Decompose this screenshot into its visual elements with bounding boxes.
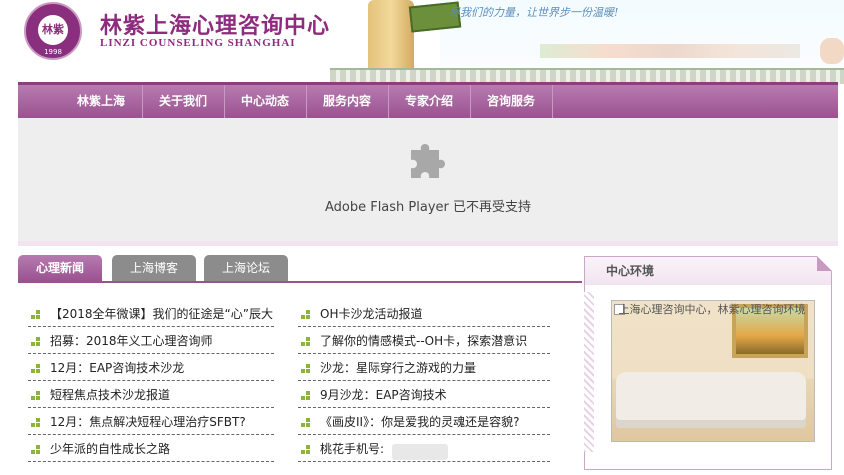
nav-item-consulting[interactable]: 咨询服务 bbox=[470, 85, 553, 118]
tab-shanghai-blog[interactable]: 上海博客 bbox=[112, 255, 196, 281]
news-link-text: 9月沙龙：EAP咨询技术 bbox=[320, 388, 447, 402]
tab-shanghai-forum[interactable]: 上海论坛 bbox=[204, 255, 288, 281]
bullet-icon bbox=[31, 364, 40, 373]
photo-alt-text: 上海心理咨询中心，林紫心理咨询环境 bbox=[618, 303, 806, 316]
nav-item-experts[interactable]: 专家介绍 bbox=[388, 85, 471, 118]
bullet-icon bbox=[31, 391, 40, 400]
news-link-text: 12月：EAP咨询技术沙龙 bbox=[50, 361, 185, 375]
news-link[interactable]: OH卡沙龙活动报道 bbox=[298, 301, 550, 327]
news-link[interactable]: 招募：2018年义工心理咨询师 bbox=[28, 328, 274, 354]
logo-seal[interactable]: 林紫 1998 bbox=[24, 2, 82, 60]
bullet-icon bbox=[301, 310, 310, 319]
news-link[interactable]: 沙龙：星际穿行之游戏的力量 bbox=[298, 355, 550, 381]
header-slogan: 尽我们的力量，让世界步一份温暖! bbox=[449, 6, 619, 19]
nav-item-center-news[interactable]: 中心动态 bbox=[224, 85, 307, 118]
bullet-icon bbox=[31, 337, 40, 346]
sofa-image bbox=[616, 372, 806, 428]
diamond-border-decoration bbox=[584, 292, 594, 452]
flash-unsupported-message: Adobe Flash Player 已不再受支持 bbox=[324, 200, 532, 215]
panel-title: 中心环境 bbox=[606, 264, 655, 278]
bullet-icon bbox=[301, 418, 310, 427]
main-nav: 林紫上海 关于我们 中心动态 服务内容 专家介绍 咨询服务 bbox=[18, 82, 838, 118]
news-link[interactable]: 短程焦点技术沙龙报道 bbox=[28, 382, 274, 408]
tabs-underline bbox=[18, 281, 582, 283]
news-link-text: 【2018全年微课】我们的征途是“心”辰大 bbox=[50, 307, 273, 321]
folded-corner-decoration bbox=[817, 256, 832, 271]
news-link-text: 12月：焦点解决短程心理治疗SFBT? bbox=[50, 415, 246, 429]
seal-year: 1998 bbox=[44, 48, 62, 56]
tab-psych-news[interactable]: 心理新闻 bbox=[18, 255, 102, 281]
news-link-text: 短程焦点技术沙龙报道 bbox=[50, 388, 171, 402]
news-link[interactable]: 12月：EAP咨询技术沙龙 bbox=[28, 355, 274, 381]
blurred-banner-strip bbox=[540, 44, 800, 58]
bullet-icon bbox=[301, 337, 310, 346]
puzzle-icon bbox=[411, 144, 445, 178]
seal-text: 林紫 bbox=[38, 15, 68, 45]
news-link-text: 桃花手机号: bbox=[320, 442, 385, 456]
news-link-text: 《画皮II》：你是爱我的灵魂还是容貌? bbox=[320, 415, 520, 429]
child-photo bbox=[820, 38, 844, 64]
nav-item-linzi-shanghai[interactable]: 林紫上海 bbox=[60, 85, 143, 118]
blurred-phone-number bbox=[392, 444, 448, 460]
news-link[interactable]: 了解你的情感模式--OH卡，探索潜意识 bbox=[298, 328, 550, 354]
flash-divider bbox=[18, 241, 838, 246]
news-link-text: 少年派的自性成长之路 bbox=[50, 442, 171, 456]
news-link-text: 了解你的情感模式--OH卡，探索潜意识 bbox=[320, 334, 528, 348]
bullet-icon bbox=[301, 364, 310, 373]
news-link[interactable]: 少年派的自性成长之路 bbox=[28, 436, 274, 462]
brand-name-en: LINZI COUNSELING SHANGHAI bbox=[100, 37, 296, 49]
news-link[interactable]: 《画皮II》：你是爱我的灵魂还是容貌? bbox=[298, 409, 550, 435]
bullet-icon bbox=[31, 310, 40, 319]
brand-name-cn[interactable]: 林紫上海心理咨询中心 bbox=[100, 8, 330, 40]
news-link[interactable]: 【2018全年微课】我们的征途是“心”辰大 bbox=[28, 301, 274, 327]
nav-item-about-us[interactable]: 关于我们 bbox=[142, 85, 225, 118]
bullet-icon bbox=[301, 445, 310, 454]
bullet-icon bbox=[31, 445, 40, 454]
news-link-text: 沙龙：星际穿行之游戏的力量 bbox=[320, 361, 477, 375]
news-link-text: OH卡沙龙活动报道 bbox=[320, 307, 423, 321]
nav-item-services[interactable]: 服务内容 bbox=[306, 85, 389, 118]
bullet-icon bbox=[31, 418, 40, 427]
news-link[interactable]: 9月沙龙：EAP咨询技术 bbox=[298, 382, 550, 408]
news-link-text: 招募：2018年义工心理咨询师 bbox=[50, 334, 213, 348]
news-link[interactable]: 12月：焦点解决短程心理治疗SFBT? bbox=[28, 409, 274, 435]
bullet-icon bbox=[301, 391, 310, 400]
